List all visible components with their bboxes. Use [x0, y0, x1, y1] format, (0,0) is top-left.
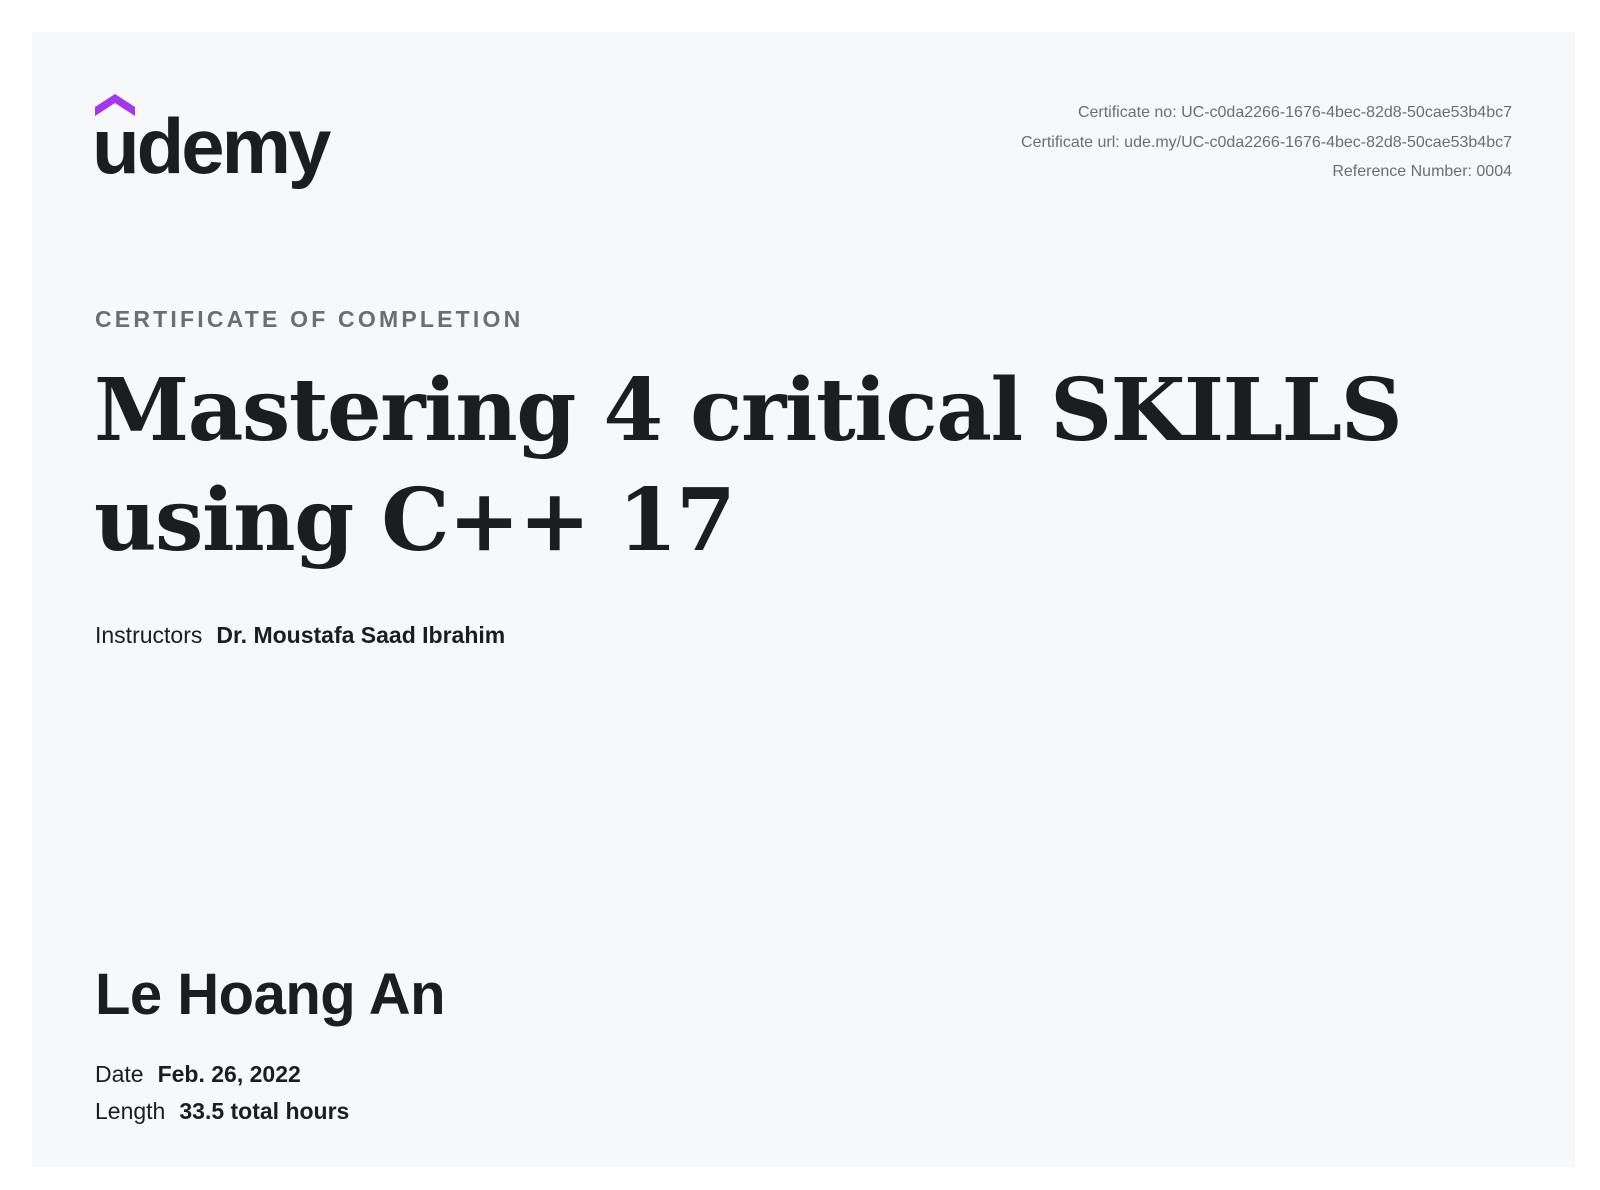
- date-row: Date Feb. 26, 2022: [95, 1056, 349, 1093]
- logo-wordmark: udemy: [95, 102, 331, 190]
- udemy-logo: udemy: [95, 94, 355, 194]
- instructors-value: Dr. Moustafa Saad Ibrahim: [216, 622, 506, 648]
- certificate-url: Certificate url: ude.my/UC-c0da2266-1676…: [1021, 133, 1512, 151]
- certificate-card: udemy Certificate no: UC-c0da2266-1676-4…: [32, 32, 1575, 1167]
- udemy-logo-icon: udemy: [95, 94, 334, 190]
- length-value: 33.5 total hours: [179, 1098, 350, 1124]
- instructors-line: Instructors Dr. Moustafa Saad Ibrahim: [95, 622, 505, 649]
- instructors-label: Instructors: [95, 622, 203, 648]
- date-value: Feb. 26, 2022: [157, 1061, 301, 1087]
- certificate-kicker: CERTIFICATE OF COMPLETION: [95, 306, 524, 332]
- certificate-details: Date Feb. 26, 2022 Length 33.5 total hours: [95, 1056, 349, 1130]
- certificate-number: Certificate no: UC-c0da2266-1676-4bec-82…: [1077, 104, 1512, 121]
- length-row: Length 33.5 total hours: [95, 1093, 349, 1130]
- certificate-meta: Certificate no: UC-c0da2266-1676-4bec-82…: [1021, 98, 1512, 187]
- length-label: Length: [95, 1098, 166, 1124]
- course-title: Mastering 4 critical SKILLS using C++ 17: [94, 360, 1403, 571]
- reference-number: Reference Number: 0004: [1332, 163, 1512, 180]
- recipient-name: Le Hoang An: [95, 962, 446, 1027]
- date-label: Date: [95, 1061, 144, 1087]
